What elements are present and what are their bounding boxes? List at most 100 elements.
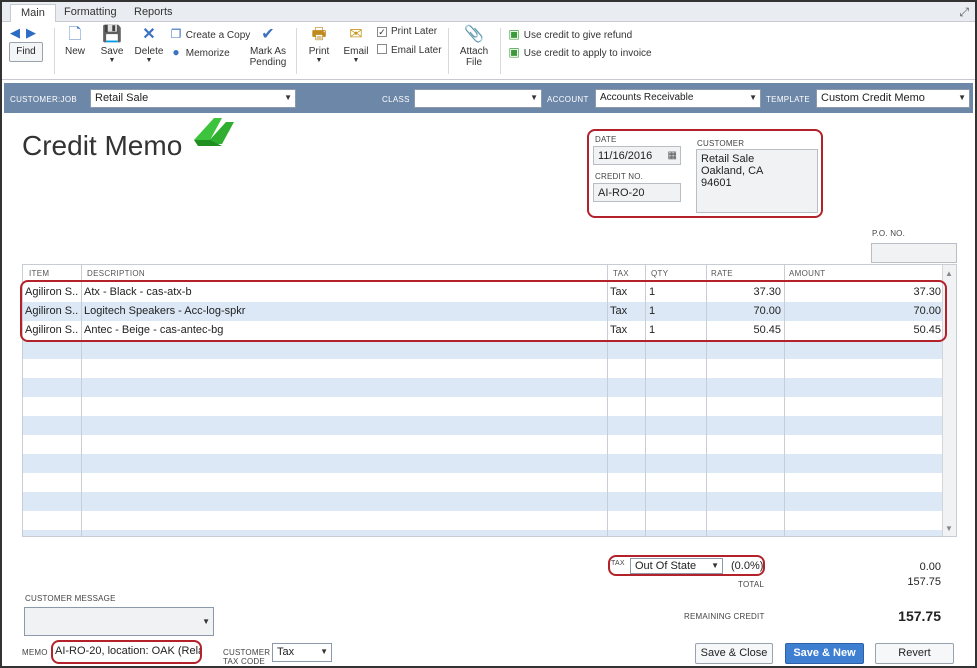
previous-arrow-icon[interactable]: ◀ xyxy=(10,25,26,40)
total-value: 157.75 xyxy=(907,576,941,588)
col-qty: QTY xyxy=(651,269,669,278)
remaining-credit-label: REMAINING CREDIT xyxy=(684,612,765,621)
chevron-down-icon[interactable]: ▼ xyxy=(202,617,210,626)
print-label: Print xyxy=(308,46,330,57)
mark-as-label: Mark As xyxy=(249,46,287,57)
print-later-checkbox[interactable]: ✓ Print Later xyxy=(377,26,437,37)
chevron-down-icon[interactable]: ▼ xyxy=(284,93,292,102)
account-label: ACCOUNT xyxy=(547,95,589,104)
empty-row[interactable] xyxy=(23,340,943,359)
email-button[interactable]: ✉ Email ▼ xyxy=(340,26,372,64)
toolbar: ◀▶ Find 🗋 New 💾 Save ▼ ✕ Delete ▼ ❐ Crea… xyxy=(2,22,975,80)
empty-row[interactable] xyxy=(23,454,943,473)
chevron-down-icon[interactable]: ▼ xyxy=(320,647,328,656)
apply-invoice-icon: ▣ xyxy=(508,45,520,59)
revert-button[interactable]: Revert xyxy=(875,643,954,664)
printer-icon: 🖶 xyxy=(311,26,327,43)
create-copy-button[interactable]: ❐ Create a Copy xyxy=(169,27,251,41)
customer-job-value: Retail Sale xyxy=(95,92,149,104)
tab-main[interactable]: Main xyxy=(10,4,56,22)
po-no-field[interactable] xyxy=(871,243,957,263)
credit-no-field[interactable]: AI-RO-20 xyxy=(593,183,681,202)
find-button[interactable]: Find xyxy=(9,42,43,62)
customer-job-select[interactable]: Retail Sale ▼ xyxy=(90,89,296,108)
give-refund-button[interactable]: ▣ Use credit to give refund xyxy=(507,27,632,41)
empty-row[interactable] xyxy=(23,511,943,530)
empty-row[interactable] xyxy=(23,530,943,536)
print-button[interactable]: 🖶 Print ▼ xyxy=(304,26,334,64)
customer-job-label: CUSTOMER:JOB xyxy=(10,95,78,104)
customer-address-line: 94601 xyxy=(701,177,732,189)
calendar-icon[interactable]: ▦ xyxy=(668,150,677,161)
customer-message-select[interactable]: ▼ xyxy=(24,607,214,636)
col-item: ITEM xyxy=(29,269,50,278)
print-later-label: Print Later xyxy=(391,26,438,37)
col-amount: AMOUNT xyxy=(789,269,826,278)
memo-label: MEMO xyxy=(22,648,48,657)
empty-row[interactable] xyxy=(23,473,943,492)
separator xyxy=(54,28,55,74)
po-no-label: P.O. NO. xyxy=(872,229,906,238)
attach-file-button[interactable]: 📎 Attach File xyxy=(456,26,492,68)
chevron-down-icon: ▼ xyxy=(352,57,360,64)
empty-row[interactable] xyxy=(23,359,943,378)
memo-field[interactable]: AI-RO-20, location: OAK (Relat... xyxy=(55,645,200,657)
delete-button[interactable]: ✕ Delete ▼ xyxy=(132,26,166,64)
new-button[interactable]: 🗋 New xyxy=(60,26,90,57)
arrow-logo-icon xyxy=(194,118,234,146)
customer-address-field[interactable]: Retail Sale Oakland, CA 94601 xyxy=(696,149,818,213)
email-envelope-icon: ✉ xyxy=(349,26,363,43)
col-tax: TAX xyxy=(613,269,629,278)
separator xyxy=(296,28,297,74)
date-field[interactable]: 11/16/2016 ▦ xyxy=(593,146,681,165)
pending-check-icon: ✔ xyxy=(261,26,275,43)
give-refund-label: Use credit to give refund xyxy=(523,30,633,41)
apply-to-invoice-button[interactable]: ▣ Use credit to apply to invoice xyxy=(507,45,651,59)
empty-row[interactable] xyxy=(23,397,943,416)
chevron-down-icon[interactable]: ▼ xyxy=(711,561,719,570)
checkbox-unchecked-icon xyxy=(377,44,387,54)
tax-select[interactable]: Out Of State ▼ xyxy=(630,558,723,574)
copy-icon: ❐ xyxy=(170,27,182,41)
refund-icon: ▣ xyxy=(508,27,520,41)
template-label: TEMPLATE xyxy=(766,95,811,104)
page-title: Credit Memo xyxy=(22,130,183,161)
tab-formatting[interactable]: Formatting xyxy=(54,4,127,22)
memorize-button[interactable]: ● Memorize xyxy=(169,45,229,59)
tax-label: TAX xyxy=(611,560,625,567)
col-rate: RATE xyxy=(711,269,733,278)
scroll-up-icon[interactable]: ▲ xyxy=(945,269,953,278)
pending-label: Pending xyxy=(249,57,287,68)
empty-row[interactable] xyxy=(23,435,943,454)
ribbon-tabs: Main Formatting Reports ⤢ xyxy=(2,2,975,22)
mark-as-pending-button[interactable]: ✔ Mark As Pending xyxy=(248,26,288,68)
paperclip-icon: 📎 xyxy=(464,26,484,43)
tab-reports[interactable]: Reports xyxy=(124,4,183,22)
total-label: TOTAL xyxy=(738,580,765,589)
remaining-credit-value: 157.75 xyxy=(898,608,941,624)
empty-row[interactable] xyxy=(23,378,943,397)
chevron-down-icon[interactable]: ▼ xyxy=(749,93,757,102)
new-label: New xyxy=(64,46,85,57)
delete-label: Delete xyxy=(134,46,164,57)
chevron-down-icon[interactable]: ▼ xyxy=(958,93,966,102)
save-button[interactable]: 💾 Save ▼ xyxy=(96,26,128,64)
empty-row[interactable] xyxy=(23,492,943,511)
create-copy-label: Create a Copy xyxy=(185,30,251,41)
class-select[interactable]: ▼ xyxy=(414,89,542,108)
email-later-checkbox[interactable]: Email Later xyxy=(377,44,442,56)
empty-row[interactable] xyxy=(23,416,943,435)
chevron-down-icon: ▼ xyxy=(315,57,323,64)
save-new-button[interactable]: Save & New xyxy=(785,643,864,664)
save-close-button[interactable]: Save & Close xyxy=(695,643,773,664)
scroll-down-icon[interactable]: ▼ xyxy=(945,524,953,533)
attach-label: Attach xyxy=(459,46,489,57)
next-arrow-icon[interactable]: ▶ xyxy=(26,25,42,40)
template-select[interactable]: Custom Credit Memo ▼ xyxy=(816,89,970,108)
prev-next-arrows[interactable]: ◀▶ xyxy=(10,25,42,41)
customer-tax-code-select[interactable]: Tax ▼ xyxy=(272,643,332,662)
chevron-down-icon[interactable]: ▼ xyxy=(530,93,538,102)
col-description: DESCRIPTION xyxy=(87,269,145,278)
account-select[interactable]: Accounts Receivable ▼ xyxy=(595,89,761,108)
expand-icon[interactable]: ⤢ xyxy=(959,5,969,20)
